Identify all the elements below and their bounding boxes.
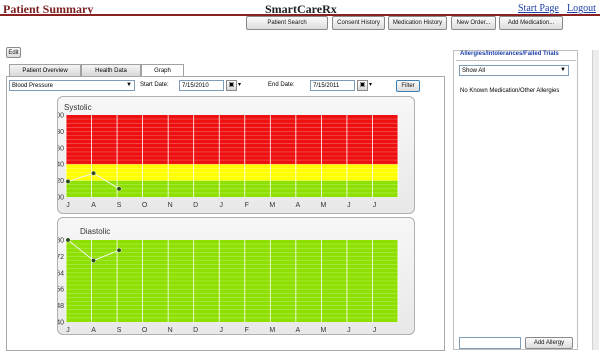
allergy-filter-select[interactable]: Show All ▼ (459, 65, 569, 76)
x-tick-label: N (168, 327, 173, 334)
edit-button[interactable]: Edit (6, 47, 21, 58)
y-tick-label: 48 (58, 303, 64, 310)
x-tick-label: N (168, 202, 173, 209)
data-point (91, 170, 96, 176)
x-tick-label: S (117, 202, 122, 209)
tab-health-data[interactable]: Health Data (81, 64, 141, 76)
x-tick-label: J (347, 202, 351, 209)
x-tick-label: M (269, 327, 275, 334)
x-tick-label: F (245, 202, 249, 209)
x-tick-label: J (219, 202, 223, 209)
allergy-status-text: No Known Medication/Other Allergies (460, 88, 560, 94)
data-point (91, 258, 96, 263)
logout-link[interactable]: Logout (567, 3, 596, 14)
y-tick-label: 40 (58, 320, 64, 327)
allergy-divider (456, 60, 576, 61)
data-point (116, 247, 122, 253)
add-allergy-button[interactable]: Add Allergy (525, 337, 573, 349)
y-tick-label: 200 (58, 113, 64, 120)
tab-patient-overview[interactable]: Patient Overview (9, 64, 81, 76)
data-point (116, 186, 122, 192)
systolic-chart: Systolic 100 120 140 160 180 200 J A S O N D J F M A M J J (52, 103, 399, 209)
measure-select[interactable]: Blood Pressure ▼ (9, 80, 135, 91)
start-date-input[interactable]: 7/15/2010 (179, 80, 224, 91)
dropdown-arrow-icon[interactable]: ▾ (369, 81, 372, 88)
dropdown-arrow-icon[interactable]: ▾ (238, 81, 241, 88)
end-date-input[interactable]: 7/15/2011 (310, 80, 355, 91)
consent-history-button[interactable]: Consent History (332, 16, 385, 30)
allergy-filter-value: Show All (462, 67, 486, 74)
x-tick-label: A (91, 327, 96, 334)
x-tick-label: M (269, 202, 275, 209)
x-tick-label: S (117, 327, 122, 334)
y-tick-label: 180 (58, 129, 64, 136)
chevron-down-icon: ▼ (126, 82, 132, 88)
diastolic-chart: Diastolic 40 48 56 64 72 80 J A S O N D J F M A M J J (56, 227, 399, 334)
y-tick-label: 72 (58, 254, 64, 261)
x-tick-label: M (320, 202, 326, 209)
x-tick-label: D (193, 327, 198, 334)
measure-select-value: Blood Pressure (12, 82, 54, 89)
x-tick-label: M (320, 327, 326, 334)
chevron-down-icon: ▼ (560, 67, 566, 73)
x-tick-label: O (142, 202, 148, 209)
data-point (65, 178, 71, 184)
x-tick-label: J (347, 327, 351, 334)
add-allergy-input[interactable] (459, 337, 521, 349)
x-tick-label: J (66, 327, 70, 334)
start-page-link[interactable]: Start Page (518, 3, 559, 14)
x-tick-label: D (193, 202, 198, 209)
x-tick-label: J (219, 327, 223, 334)
page-scrollbar[interactable] (592, 50, 599, 350)
add-medication-button[interactable]: Add Medication... (499, 16, 563, 30)
x-tick-label: J (373, 327, 377, 334)
y-tick-label: 140 (58, 162, 64, 169)
data-point (65, 237, 71, 243)
systolic-chart-panel: Systolic 100 120 140 160 180 200 J A S O N D J F M A M J J (52, 96, 415, 214)
new-order-button[interactable]: New Order... (451, 16, 496, 30)
patient-search-button[interactable]: Patient Search (246, 16, 328, 30)
medication-history-button[interactable]: Medication History (388, 16, 447, 30)
filter-button[interactable]: Filter (396, 80, 420, 92)
y-tick-label: 56 (58, 287, 64, 294)
x-tick-label: O (142, 327, 148, 334)
y-tick-label: 64 (58, 270, 64, 277)
x-tick-label: A (91, 202, 96, 209)
x-tick-label: J (373, 202, 377, 209)
y-tick-label: 160 (58, 145, 64, 152)
diastolic-chart-panel: Diastolic 40 48 56 64 72 80 J A S O N D J F M A M J J (56, 217, 415, 335)
x-tick-label: A (296, 202, 301, 209)
y-tick-label: 100 (58, 195, 64, 202)
x-tick-label: F (245, 327, 249, 334)
allergy-panel-title: Allergies/Intolerances/Failed Trials (460, 51, 559, 57)
chart-title: Diastolic (80, 227, 110, 236)
y-tick-label: 120 (58, 178, 64, 185)
x-tick-label: A (296, 327, 301, 334)
x-tick-label: J (66, 202, 70, 209)
end-date-label: End Date: (268, 82, 295, 88)
calendar-icon[interactable]: ▣ (226, 80, 237, 91)
allergy-panel (453, 50, 578, 350)
calendar-icon[interactable]: ▣ (357, 80, 368, 91)
start-date-label: Start Date: (140, 82, 169, 88)
y-tick-label: 80 (58, 238, 64, 245)
chart-title: Systolic (64, 103, 92, 112)
